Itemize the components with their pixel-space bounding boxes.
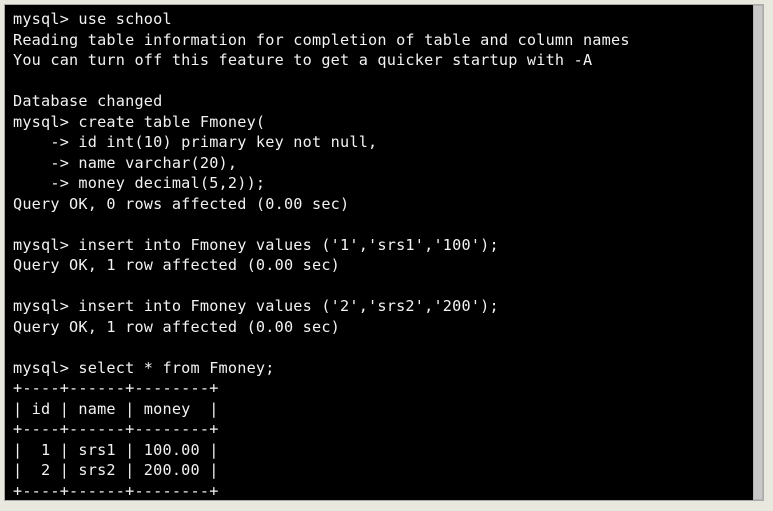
scrollbar-vertical[interactable] [753,5,763,500]
watermark [653,478,743,496]
terminal-output[interactable]: mysql> use school Reading table informat… [5,5,763,500]
terminal-window: mysql> use school Reading table informat… [4,4,764,501]
scrollbar-thumb[interactable] [753,5,763,500]
